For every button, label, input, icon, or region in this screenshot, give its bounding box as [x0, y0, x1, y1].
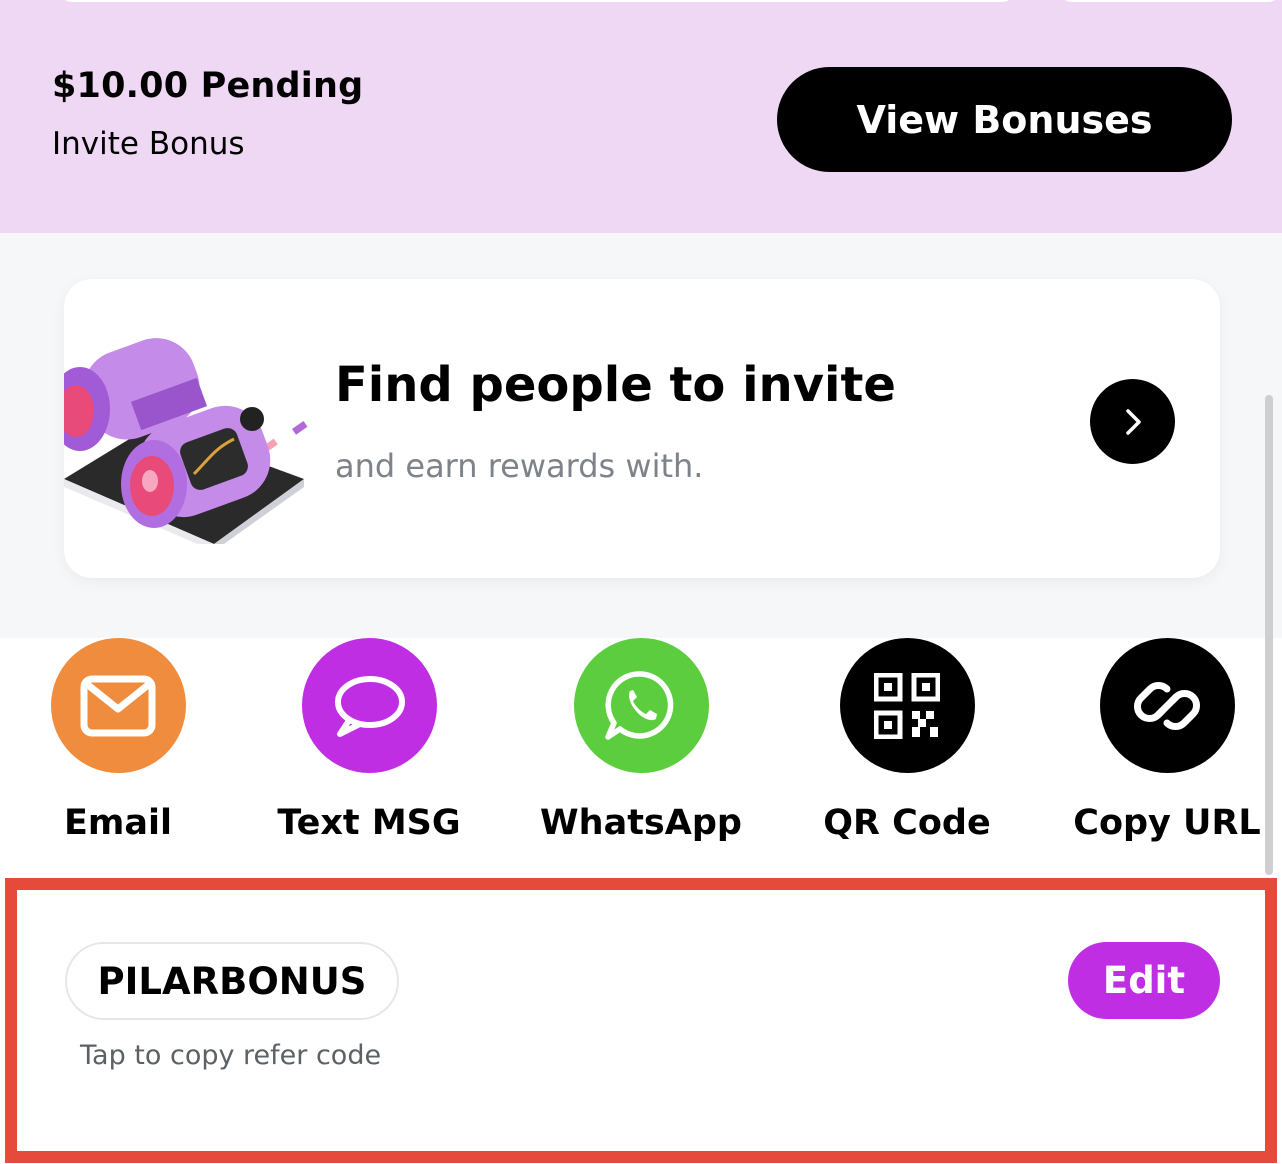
share-label: Text MSG	[277, 803, 461, 843]
share-label: Copy URL	[1073, 803, 1261, 843]
card-title: Find people to invite	[335, 357, 896, 413]
email-button[interactable]	[50, 638, 186, 773]
speech-bubble-icon	[335, 675, 405, 737]
refer-code-pill[interactable]: PILARBONUS	[65, 942, 399, 1020]
copy-url-button[interactable]	[1099, 638, 1235, 773]
chevron-right-button[interactable]	[1090, 379, 1175, 464]
chevron-right-icon	[1125, 408, 1141, 435]
refer-code-section	[5, 878, 1277, 1163]
share-copy-url[interactable]: Copy URL	[1037, 638, 1282, 843]
text-msg-button[interactable]	[301, 638, 437, 773]
find-people-card[interactable]: Find people to invite and earn rewards w…	[64, 279, 1220, 578]
qr-code-button[interactable]	[839, 638, 975, 773]
previous-card-edge	[1058, 0, 1282, 2]
previous-card-edge	[58, 0, 1016, 2]
link-icon	[1134, 681, 1200, 730]
edit-button[interactable]: Edit	[1068, 942, 1220, 1019]
bonus-banner: $10.00 Pending Invite Bonus View Bonuses	[0, 0, 1282, 233]
share-text-msg[interactable]: Text MSG	[239, 638, 499, 843]
share-email[interactable]: Email	[0, 638, 248, 843]
envelope-icon	[80, 675, 156, 736]
binoculars-illustration	[64, 338, 308, 544]
whatsapp-button[interactable]	[573, 638, 709, 773]
view-bonuses-button[interactable]: View Bonuses	[777, 67, 1232, 172]
share-label: QR Code	[823, 803, 991, 843]
pending-amount: $10.00 Pending	[52, 66, 364, 106]
share-label: WhatsApp	[540, 803, 742, 843]
share-label: Email	[64, 803, 172, 843]
share-qr-code[interactable]: QR Code	[777, 638, 1037, 843]
share-whatsapp[interactable]: WhatsApp	[511, 638, 771, 843]
bonus-label: Invite Bonus	[52, 126, 245, 162]
qr-code-icon	[874, 672, 940, 739]
card-subtitle: and earn rewards with.	[335, 447, 704, 485]
whatsapp-icon	[605, 670, 674, 740]
refer-code-hint: Tap to copy refer code	[80, 1040, 382, 1071]
